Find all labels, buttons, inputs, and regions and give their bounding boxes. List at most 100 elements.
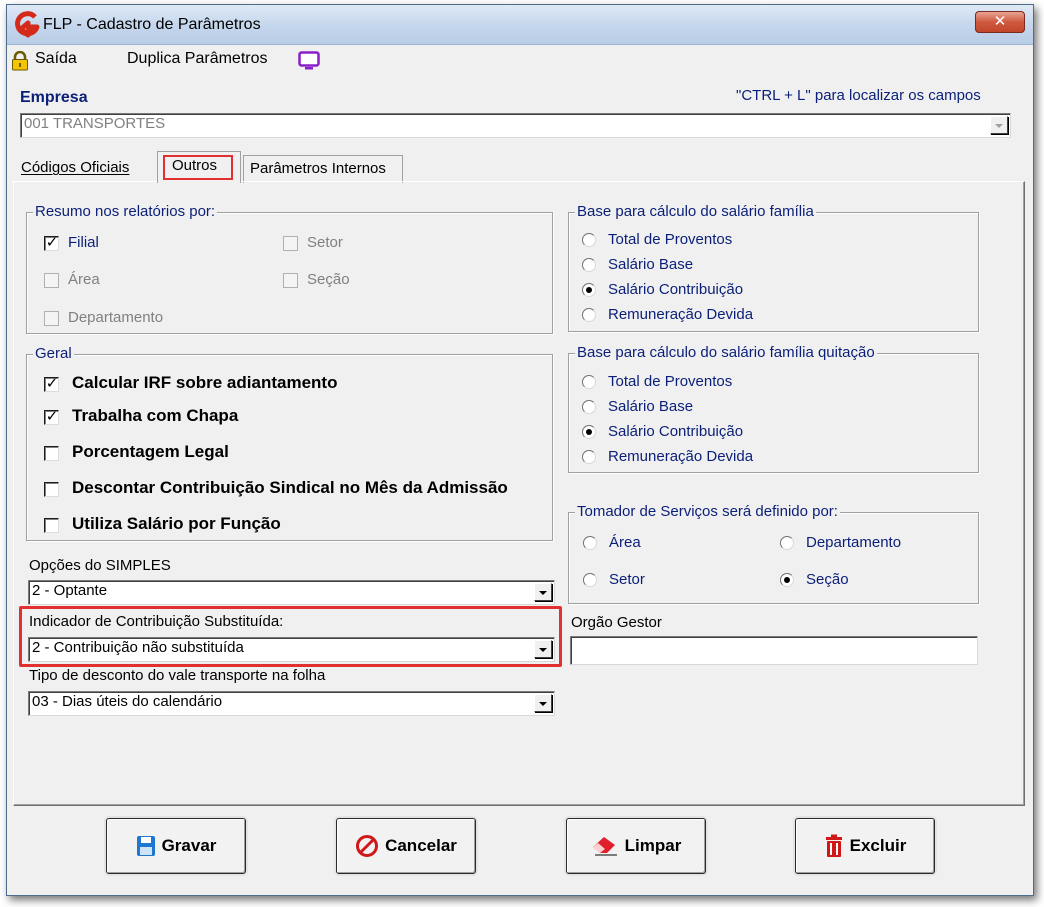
vale-select[interactable]: 03 - Dias úteis do calendário — [28, 691, 555, 716]
app-logo-icon — [15, 11, 40, 38]
radio-circle[interactable] — [582, 425, 596, 439]
radio-salario-contribuicao[interactable]: Salário Contribuição — [582, 422, 782, 442]
radio-label: Remuneração Devida — [608, 306, 754, 323]
radio-circle[interactable] — [583, 536, 597, 550]
tab-label: Códigos Oficiais — [21, 159, 130, 176]
radio-salario-base[interactable]: Salário Base — [582, 255, 782, 275]
close-button[interactable]: ✕ — [975, 11, 1025, 33]
title-bar: FLP - Cadastro de Parâmetros ✕ — [7, 5, 1033, 45]
checkbox-area[interactable]: Área — [44, 270, 164, 290]
base-familia-group: Base para cálculo do salário família Tot… — [568, 203, 979, 332]
window-title: FLP - Cadastro de Parâmetros — [43, 16, 261, 33]
clear-button[interactable]: Limpar — [566, 818, 706, 874]
radio-remuneracao-devida[interactable]: Remuneração Devida — [582, 447, 802, 467]
resumo-group: Resumo nos relatórios por: ✓ Filial Seto… — [26, 203, 553, 334]
checkbox-setor[interactable]: Setor — [283, 233, 403, 253]
monitor-icon — [298, 51, 320, 70]
empresa-value: 001 TRANSPORTES — [24, 115, 166, 132]
radio-label: Setor — [609, 571, 645, 588]
exit-label: Saída — [35, 50, 77, 67]
delete-button[interactable]: Excluir — [795, 818, 935, 874]
radio-circle[interactable] — [780, 573, 794, 587]
radio-salario-base[interactable]: Salário Base — [582, 397, 782, 417]
checkbox-porcentagem-legal[interactable]: Porcentagem Legal — [44, 442, 544, 464]
checkbox-calcular-irf[interactable]: ✓ Calcular IRF sobre adiantamento — [44, 373, 544, 395]
radio-label: Salário Contribuição — [608, 423, 744, 440]
checkbox-label: Setor — [307, 234, 343, 251]
main-window: FLP - Cadastro de Parâmetros ✕ Saída Dup… — [6, 4, 1034, 896]
radio-total-proventos[interactable]: Total de Proventos — [582, 372, 782, 392]
checkbox-label: Seção — [307, 271, 350, 288]
radio-total-proventos[interactable]: Total de Proventos — [582, 230, 782, 250]
radio-area[interactable]: Área — [583, 533, 703, 553]
cancel-label: Cancelar — [385, 836, 457, 855]
radio-remuneracao-devida[interactable]: Remuneração Devida — [582, 305, 802, 325]
vale-value: 03 - Dias úteis do calendário — [32, 693, 223, 710]
radio-circle[interactable] — [582, 233, 596, 247]
tomador-legend: Tomador de Serviços será definido por: — [575, 503, 840, 520]
simples-select[interactable]: 2 - Optante — [28, 580, 555, 605]
contribuicao-select[interactable]: 2 - Contribuição não substituída — [28, 637, 555, 662]
base-quitacao-group: Base para cálculo do salário família qui… — [568, 344, 979, 473]
radio-circle[interactable] — [582, 283, 596, 297]
checkbox-label: Descontar Contribuição Sindical no Mês d… — [72, 478, 508, 497]
checkbox-departamento[interactable]: Departamento — [44, 308, 204, 328]
tab-codigos-oficiais[interactable]: Códigos Oficiais — [15, 155, 155, 183]
resumo-legend: Resumo nos relatórios por: — [33, 203, 218, 220]
checkbox-box[interactable] — [44, 311, 59, 326]
checkbox-secao[interactable]: Seção — [283, 270, 403, 290]
checkbox-filial[interactable]: ✓ Filial — [44, 233, 164, 253]
checkbox-box[interactable] — [44, 482, 59, 497]
search-hint: "CTRL + L" para localizar os campos — [736, 87, 981, 104]
checkbox-box[interactable] — [283, 236, 298, 251]
chevron-down-icon[interactable] — [534, 640, 552, 658]
cancel-icon — [356, 835, 379, 857]
save-button[interactable]: Gravar — [106, 818, 246, 874]
chevron-down-icon[interactable] — [534, 694, 552, 712]
radio-label: Salário Base — [608, 398, 694, 415]
checkbox-box[interactable]: ✓ — [44, 234, 59, 251]
radio-label: Total de Proventos — [608, 373, 733, 390]
delete-label: Excluir — [849, 836, 907, 855]
exit-button[interactable]: Saída — [9, 48, 89, 72]
radio-label: Área — [609, 534, 641, 551]
radio-circle[interactable] — [582, 308, 596, 322]
radio-circle[interactable] — [583, 573, 597, 587]
checkbox-label: Porcentagem Legal — [72, 442, 229, 461]
cancel-button[interactable]: Cancelar — [336, 818, 476, 874]
checkbox-label: Trabalha com Chapa — [72, 406, 239, 425]
simples-value: 2 - Optante — [32, 582, 108, 599]
radio-circle[interactable] — [582, 450, 596, 464]
checkbox-box[interactable] — [283, 273, 298, 288]
radio-salario-contribuicao[interactable]: Salário Contribuição — [582, 280, 782, 300]
radio-circle[interactable] — [582, 400, 596, 414]
radio-setor[interactable]: Setor — [583, 570, 703, 590]
chevron-down-icon[interactable] — [990, 116, 1008, 134]
checkbox-box[interactable] — [44, 518, 59, 533]
lock-icon — [12, 51, 28, 71]
checkbox-label: Calcular IRF sobre adiantamento — [72, 373, 338, 392]
radio-secao[interactable]: Seção — [780, 570, 900, 590]
trash-icon — [825, 834, 842, 857]
checkbox-box[interactable]: ✓ — [44, 408, 59, 425]
radio-circle[interactable] — [582, 258, 596, 272]
tab-bar: Códigos Oficiais Outros Parâmetros Inter… — [15, 151, 1025, 183]
checkbox-box[interactable] — [44, 273, 59, 288]
checkbox-box[interactable] — [44, 446, 59, 461]
checkbox-trabalha-chapa[interactable]: ✓ Trabalha com Chapa — [44, 406, 544, 428]
checkbox-box[interactable]: ✓ — [44, 375, 59, 392]
radio-circle[interactable] — [780, 536, 794, 550]
base-quitacao-legend: Base para cálculo do salário família qui… — [575, 344, 877, 361]
checkbox-salario-funcao[interactable]: Utiliza Salário por Função — [44, 514, 544, 536]
empresa-select[interactable]: 001 TRANSPORTES — [20, 113, 1011, 138]
checkbox-contribuicao-sindical[interactable]: Descontar Contribuição Sindical no Mês d… — [44, 478, 550, 500]
radio-departamento[interactable]: Departamento — [780, 533, 940, 553]
base-familia-legend: Base para cálculo do salário família — [575, 203, 816, 220]
save-label: Gravar — [161, 836, 217, 855]
duplicate-button[interactable]: Duplica Parâmetros — [125, 48, 335, 72]
chevron-down-icon[interactable] — [534, 583, 552, 601]
orgao-input[interactable] — [570, 636, 978, 665]
tab-outros[interactable]: Outros — [157, 151, 241, 183]
tab-parametros-internos[interactable]: Parâmetros Internos — [243, 155, 403, 183]
radio-circle[interactable] — [582, 375, 596, 389]
